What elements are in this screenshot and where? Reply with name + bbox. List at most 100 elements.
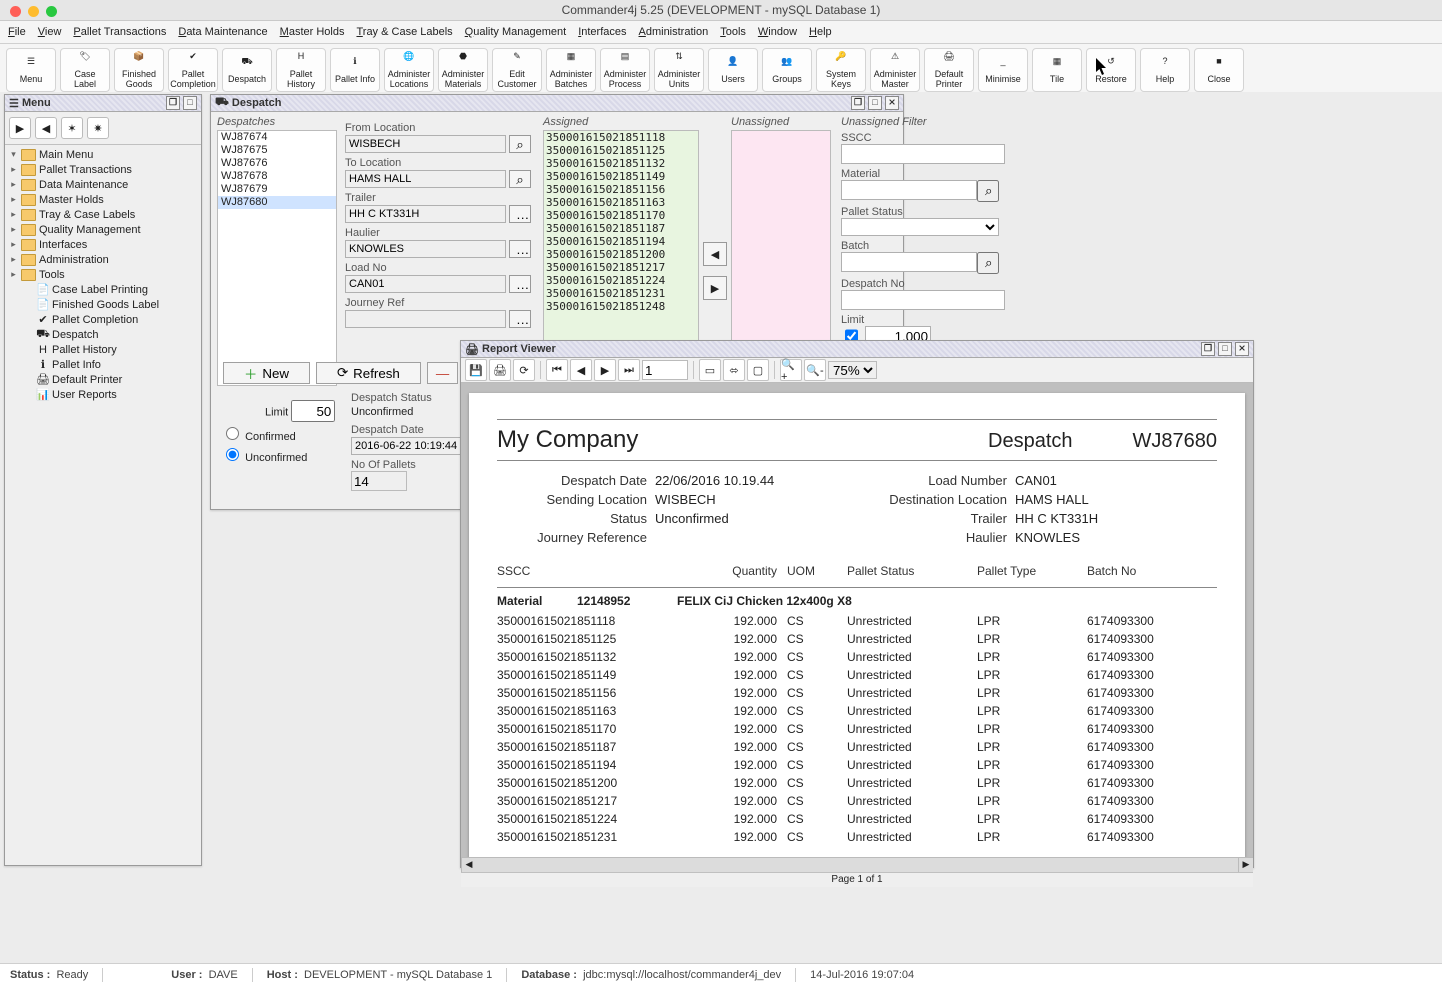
prev-page-icon[interactable]: ◀: [570, 359, 592, 381]
window-close-icon[interactable]: ⨯: [1235, 342, 1249, 356]
tree-leaf-pallet-info[interactable]: ℹPallet Info: [7, 357, 199, 372]
assigned-item[interactable]: 350001615021851187: [544, 222, 698, 235]
despatch-item[interactable]: WJ87674: [218, 131, 336, 144]
menu-quality-management[interactable]: Quality Management: [465, 26, 567, 38]
from-location-field[interactable]: [345, 135, 506, 153]
assigned-item[interactable]: 350001615021851118: [544, 131, 698, 144]
report-hscroll[interactable]: ◀▶: [461, 857, 1253, 872]
print-icon[interactable]: 🖨: [489, 359, 511, 381]
tree-leaf-case-label-printing[interactable]: 📄Case Label Printing: [7, 282, 199, 297]
menu-administration[interactable]: Administration: [639, 26, 709, 38]
window-max-icon[interactable]: □: [1218, 342, 1232, 356]
actual-size-icon[interactable]: ▢: [747, 359, 769, 381]
save-icon[interactable]: 💾: [465, 359, 487, 381]
assigned-item[interactable]: 350001615021851248: [544, 300, 698, 313]
journey-field[interactable]: [345, 310, 506, 328]
confirmed-radio[interactable]: Confirmed: [221, 424, 307, 443]
window-close-icon[interactable]: ⨯: [885, 96, 899, 110]
tb-administer-units[interactable]: ⇅AdministerUnits: [654, 48, 704, 92]
menu-pallet-transactions[interactable]: Pallet Transactions: [73, 26, 166, 38]
tree-folder-master-holds[interactable]: ▸Master Holds: [7, 192, 199, 207]
tree-leaf-user-reports[interactable]: 📊User Reports: [7, 387, 199, 402]
tree-leaf-despatch[interactable]: ⛟Despatch: [7, 327, 199, 342]
filter-material-input[interactable]: [841, 180, 977, 200]
menu-tools[interactable]: Tools: [720, 26, 746, 38]
window-restore-icon[interactable]: ❐: [851, 96, 865, 110]
filter-despatchno-input[interactable]: [841, 290, 1005, 310]
assigned-item[interactable]: 350001615021851224: [544, 274, 698, 287]
maximize-icon[interactable]: [46, 6, 57, 17]
tb-administer-materials[interactable]: ⬣AdministerMaterials: [438, 48, 488, 92]
unconfirmed-radio[interactable]: Unconfirmed: [221, 445, 307, 464]
tree-folder-data-maintenance[interactable]: ▸Data Maintenance: [7, 177, 199, 192]
delete-button[interactable]: —: [427, 362, 458, 384]
unassign-button[interactable]: ▶: [703, 276, 727, 300]
despatch-item[interactable]: WJ87675: [218, 144, 336, 157]
assigned-item[interactable]: 350001615021851125: [544, 144, 698, 157]
minimize-icon[interactable]: [28, 6, 39, 17]
journey-lookup-button[interactable]: …: [509, 310, 531, 328]
menu-master-holds[interactable]: Master Holds: [280, 26, 345, 38]
zoom-in-icon[interactable]: 🔍+: [780, 359, 802, 381]
window-max-icon[interactable]: □: [183, 96, 197, 110]
menu-help[interactable]: Help: [809, 26, 832, 38]
tree-toggle2-icon[interactable]: ✷: [87, 117, 109, 139]
tree-folder-pallet-transactions[interactable]: ▸Pallet Transactions: [7, 162, 199, 177]
tb-close[interactable]: ■Close: [1194, 48, 1244, 92]
assigned-item[interactable]: 350001615021851200: [544, 248, 698, 261]
tree-root[interactable]: ▾Main Menu: [7, 147, 199, 162]
despatch-item[interactable]: WJ87679: [218, 183, 336, 196]
haulier-lookup-button[interactable]: …: [509, 240, 531, 258]
tb-despatch[interactable]: ⛟Despatch: [222, 48, 272, 92]
tree-folder-administration[interactable]: ▸Administration: [7, 252, 199, 267]
tb-administer-batches[interactable]: ▦AdministerBatches: [546, 48, 596, 92]
new-button[interactable]: ＋New: [223, 362, 310, 384]
tb-pallet-history[interactable]: HPalletHistory: [276, 48, 326, 92]
assigned-item[interactable]: 350001615021851217: [544, 261, 698, 274]
assigned-item[interactable]: 350001615021851132: [544, 157, 698, 170]
page-input[interactable]: [642, 360, 688, 380]
assigned-item[interactable]: 350001615021851231: [544, 287, 698, 300]
tb-pallet-info[interactable]: ℹPallet Info: [330, 48, 380, 92]
first-page-icon[interactable]: ⏮: [546, 359, 568, 381]
despatches-list[interactable]: WJ87674WJ87675WJ87676WJ87678WJ87679WJ876…: [217, 130, 337, 386]
filter-sscc-input[interactable]: [841, 144, 1005, 164]
filter-batch-input[interactable]: [841, 252, 977, 272]
tb-users[interactable]: 👤Users: [708, 48, 758, 92]
tb-administer-locations[interactable]: 🌐AdministerLocations: [384, 48, 434, 92]
assigned-item[interactable]: 350001615021851194: [544, 235, 698, 248]
assigned-item[interactable]: 350001615021851163: [544, 196, 698, 209]
tree-leaf-default-printer[interactable]: 🖨Default Printer: [7, 372, 199, 387]
close-icon[interactable]: [10, 6, 21, 17]
tb-finished-goods[interactable]: 📦FinishedGoods: [114, 48, 164, 92]
filter-palletstatus-select[interactable]: [841, 218, 999, 236]
despatch-item[interactable]: WJ87678: [218, 170, 336, 183]
refresh-button[interactable]: ⟳Refresh: [316, 362, 421, 384]
assigned-item[interactable]: 350001615021851156: [544, 183, 698, 196]
window-controls[interactable]: [10, 6, 57, 17]
menu-tree[interactable]: ▾Main Menu▸Pallet Transactions▸Data Main…: [5, 145, 201, 875]
tb-edit-customer[interactable]: ✎EditCustomer: [492, 48, 542, 92]
haulier-field[interactable]: [345, 240, 506, 258]
last-page-icon[interactable]: ⏭: [618, 359, 640, 381]
despatch-item[interactable]: WJ87680: [218, 196, 336, 209]
menu-tray-case-labels[interactable]: Tray & Case Labels: [356, 26, 452, 38]
collapse-icon[interactable]: ◀: [35, 117, 57, 139]
batch-lookup-button[interactable]: ⌕: [977, 252, 999, 274]
window-max-icon[interactable]: □: [868, 96, 882, 110]
tb-help[interactable]: ?Help: [1140, 48, 1190, 92]
tb-menu[interactable]: ☰Menu: [6, 48, 56, 92]
tb-administer-process[interactable]: ▤AdministerProcess: [600, 48, 650, 92]
tree-leaf-pallet-history[interactable]: HPallet History: [7, 342, 199, 357]
unassigned-list[interactable]: [731, 130, 831, 360]
assigned-list[interactable]: 3500016150218511183500016150218511253500…: [543, 130, 699, 360]
tree-folder-tools[interactable]: ▸Tools: [7, 267, 199, 282]
tb-system-keys[interactable]: 🔑SystemKeys: [816, 48, 866, 92]
tb-case-label[interactable]: 🏷CaseLabel: [60, 48, 110, 92]
tree-folder-tray-case-labels[interactable]: ▸Tray & Case Labels: [7, 207, 199, 222]
tb-groups[interactable]: 👥Groups: [762, 48, 812, 92]
tree-folder-interfaces[interactable]: ▸Interfaces: [7, 237, 199, 252]
tb-minimise[interactable]: _Minimise: [978, 48, 1028, 92]
fit-width-icon[interactable]: ⬄: [723, 359, 745, 381]
limit-input[interactable]: [291, 400, 335, 422]
